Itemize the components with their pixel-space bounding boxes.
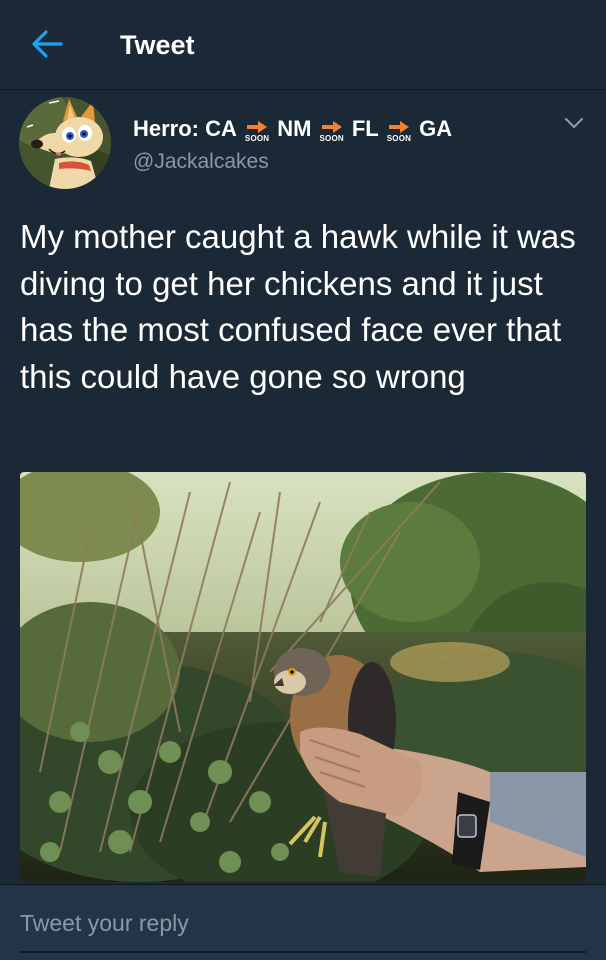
tweet-options-button[interactable]	[560, 112, 588, 134]
author-name-part-2: NM	[277, 116, 312, 141]
reply-bar	[0, 884, 606, 960]
chevron-down-icon	[564, 117, 584, 129]
tweet-text: My mother caught a hawk while it was div…	[20, 218, 576, 395]
author-name[interactable]: Herro: CA SOON NM SOON FL SOON GA	[133, 114, 452, 144]
soon-label: SOON	[319, 133, 344, 143]
tweet: Herro: CA SOON NM SOON FL SOON GA @Jacka…	[0, 92, 606, 882]
tweet-detail-screen: Tweet Herro: CA SOON NM SOON FL SOON GA …	[0, 0, 606, 960]
author-handle[interactable]: @Jackalcakes	[133, 148, 269, 176]
arrow-right-icon	[321, 120, 342, 133]
soon-label: SOON	[244, 133, 270, 143]
jackal-avatar-icon	[19, 97, 111, 189]
avatar[interactable]	[19, 97, 111, 189]
tweet-photo[interactable]	[20, 472, 586, 882]
arrow-right-icon	[388, 120, 409, 133]
hawk-photo-image	[20, 472, 586, 882]
author-name-part-3: FL	[351, 116, 379, 141]
back-button[interactable]	[30, 28, 64, 60]
top-bar: Tweet	[0, 0, 606, 90]
soon-arrow-badge: SOON	[245, 120, 269, 143]
author-name-part-1: Herro: CA	[133, 116, 237, 141]
soon-arrow-badge: SOON	[387, 120, 411, 143]
reply-input[interactable]	[20, 901, 586, 945]
arrow-left-icon	[32, 30, 63, 58]
arrow-right-icon	[247, 120, 268, 133]
page-title: Tweet	[120, 30, 195, 60]
reply-underline	[20, 951, 586, 953]
soon-arrow-badge: SOON	[319, 120, 344, 143]
soon-label: SOON	[386, 133, 412, 143]
author-name-part-4: GA	[419, 116, 453, 141]
